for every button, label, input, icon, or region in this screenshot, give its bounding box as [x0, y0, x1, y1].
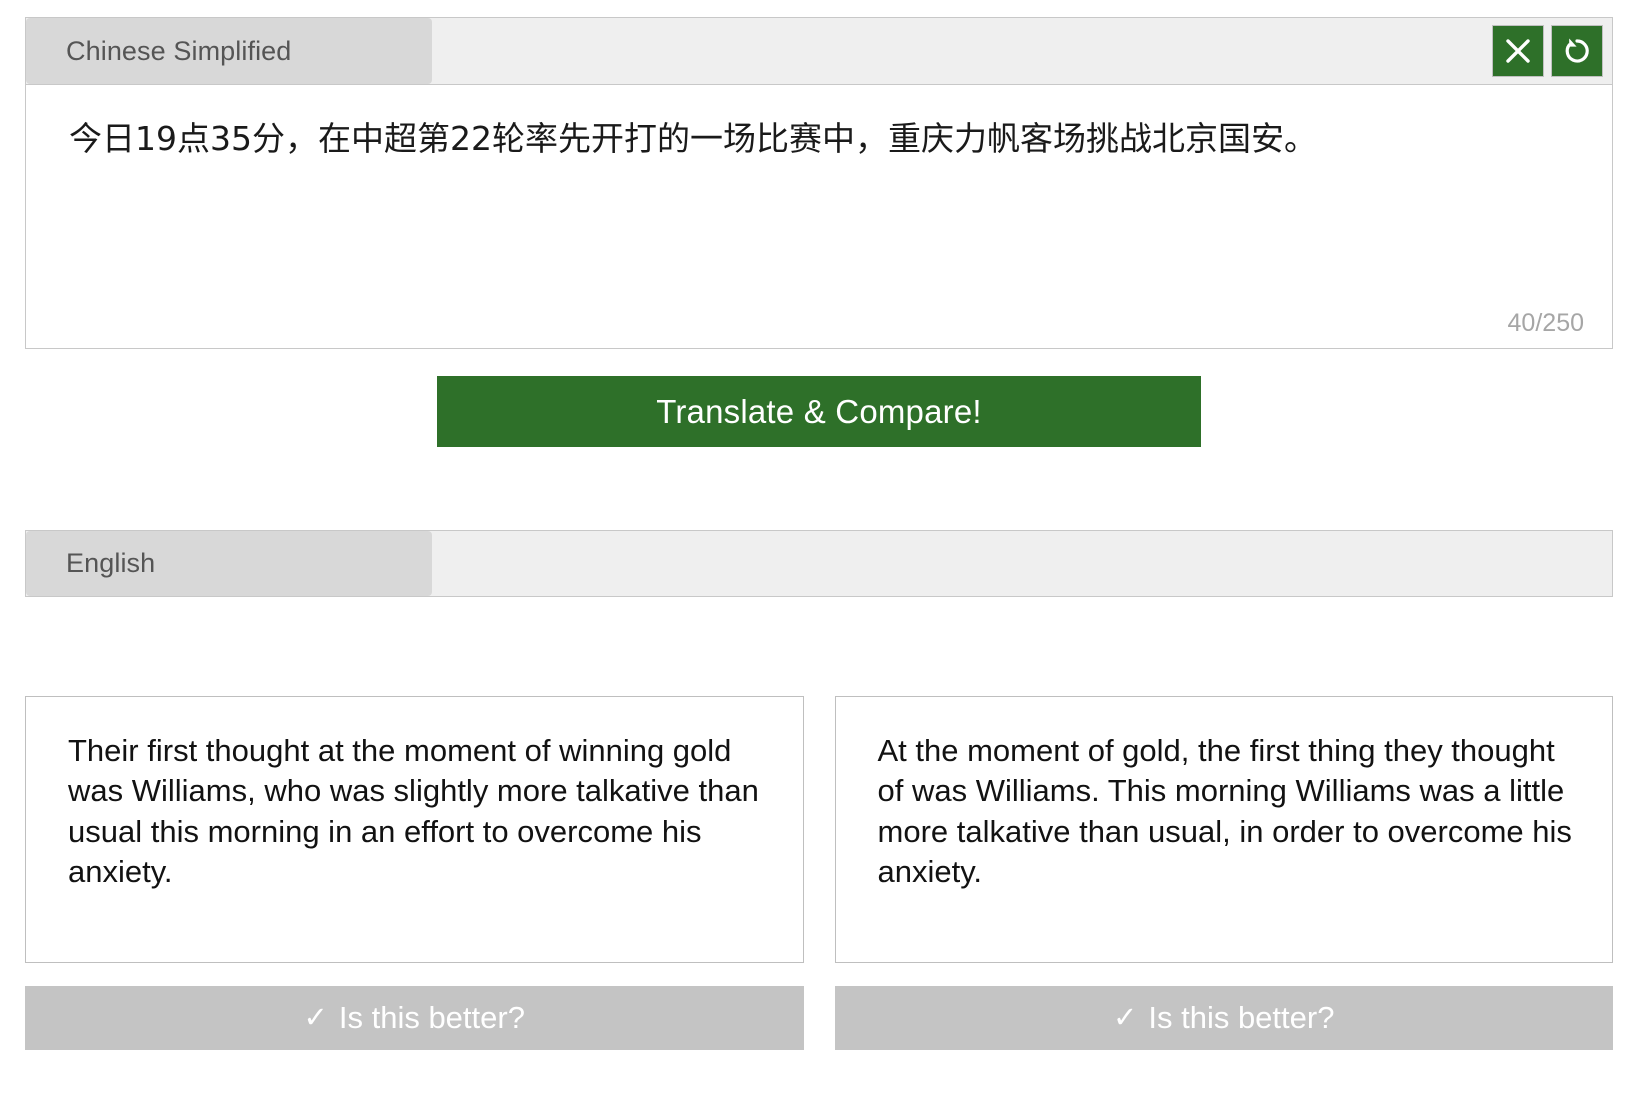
character-counter: 40/250 [1507, 309, 1584, 337]
source-text-value[interactable]: 今日19点35分，在中超第22轮率先开打的一场比赛中，重庆力帆客场挑战北京国安。 [69, 115, 1572, 163]
check-icon: ✓ [1113, 1001, 1138, 1034]
check-icon: ✓ [303, 1001, 328, 1034]
source-language-tab[interactable]: Chinese Simplified [26, 18, 432, 84]
source-tabstrip: Chinese Simplified [25, 17, 1613, 84]
translation-card-1: Their first thought at the moment of win… [25, 696, 804, 963]
source-text-area[interactable]: 今日19点35分，在中超第22轮率先开打的一场比赛中，重庆力帆客场挑战北京国安。… [25, 84, 1613, 349]
close-x-icon [1503, 36, 1533, 66]
translate-and-compare-button[interactable]: Translate & Compare! [437, 376, 1201, 447]
is-this-better-label-1: Is this better? [338, 1000, 525, 1035]
translate-action-row: Translate & Compare! [0, 376, 1638, 447]
is-this-better-button-2[interactable]: ✓ Is this better? [834, 986, 1613, 1050]
translation-result-column-1: Their first thought at the moment of win… [25, 696, 804, 1050]
target-language-panel: English [25, 530, 1613, 597]
target-language-label: English [66, 548, 156, 578]
target-tabstrip: English [25, 530, 1613, 597]
clear-text-button[interactable] [1492, 25, 1544, 77]
translation-results: Their first thought at the moment of win… [25, 696, 1613, 1050]
reset-undo-button[interactable] [1551, 25, 1603, 77]
source-tab-actions [1492, 25, 1603, 77]
translation-text-1: Their first thought at the moment of win… [68, 733, 759, 889]
target-language-tab[interactable]: English [26, 531, 432, 596]
is-this-better-label-2: Is this better? [1148, 1000, 1335, 1035]
translation-result-column-2: At the moment of gold, the first thing t… [834, 696, 1613, 1050]
undo-rotate-ccw-icon [1561, 35, 1593, 67]
translation-text-2: At the moment of gold, the first thing t… [877, 733, 1572, 889]
source-language-label: Chinese Simplified [66, 35, 292, 66]
translation-card-2: At the moment of gold, the first thing t… [834, 696, 1613, 963]
source-language-panel: Chinese Simplified 今日19点35分，在中超第22轮率先开打的… [25, 17, 1613, 349]
is-this-better-button-1[interactable]: ✓ Is this better? [25, 986, 804, 1050]
